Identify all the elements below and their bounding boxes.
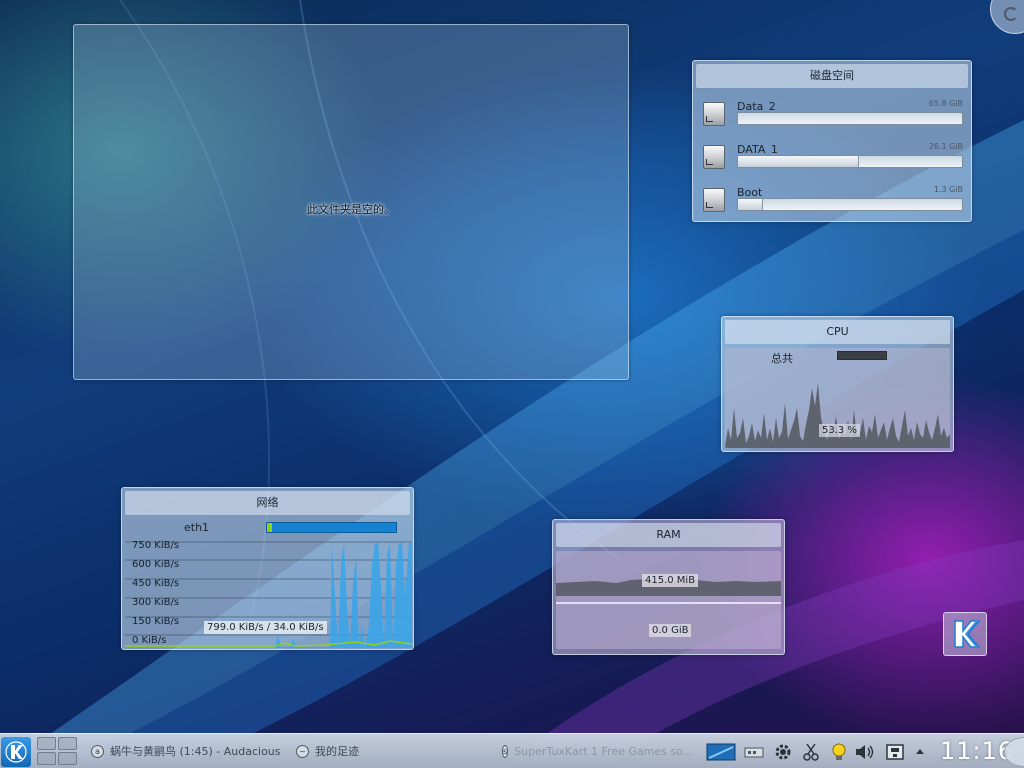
hard-drive-icon <box>703 102 725 126</box>
application-launcher-button[interactable] <box>1 737 31 767</box>
network-monitor-widget[interactable]: 网络 eth1 750 KiB/s 600 KiB/s 450 KiB/s 30… <box>121 487 414 650</box>
task-label: 我的足迹 <box>315 745 359 758</box>
ram-usage-value: 415.0 MiB <box>642 574 699 587</box>
hard-drive-icon <box>703 188 725 212</box>
cpu-title: CPU <box>725 320 950 344</box>
task-label: 蜗牛与黄鹂鸟 (1:45) - Audacious <box>110 745 281 758</box>
network-manager-icon[interactable] <box>743 741 765 763</box>
disk-space-title: 磁盘空间 <box>696 64 968 88</box>
ram-title: RAM <box>556 523 781 547</box>
kde-logo-icon <box>5 741 27 763</box>
hard-drive-icon <box>703 145 725 169</box>
disk-size: 65.8 GiB <box>928 99 963 108</box>
dolphin-icon: ~ <box>296 744 309 758</box>
ram-graph: 415.0 MiB 0.0 GiB <box>556 551 781 649</box>
disk-row[interactable]: DATA_1 26.1 GiB <box>703 139 963 175</box>
volume-icon[interactable] <box>854 741 876 763</box>
clipboard-klipper-icon[interactable] <box>800 741 822 763</box>
pager-desktop-2[interactable] <box>58 737 77 750</box>
network-upload-indicator <box>267 523 272 532</box>
speaker-icon <box>856 745 874 759</box>
disk-usage-bar <box>737 155 963 168</box>
kde-logo-icon <box>954 620 981 648</box>
desktop-toolbox-cashew[interactable] <box>990 0 1024 34</box>
task-dolphin[interactable]: ~ 我的足迹 <box>296 741 359 761</box>
disk-usage-fill <box>738 199 763 210</box>
network-axis-label: 600 KiB/s <box>132 559 179 570</box>
network-interface-label: eth1 <box>184 521 210 534</box>
scissors-icon <box>803 743 819 761</box>
network-axis-label: 150 KiB/s <box>132 616 179 627</box>
task-audacious[interactable]: a 蜗牛与黄鹂鸟 (1:45) - Audacious <box>91 741 281 761</box>
network-axis-label: 0 KiB/s <box>132 635 166 646</box>
pager-desktop-3[interactable] <box>37 752 56 765</box>
network-title: 网络 <box>125 491 410 515</box>
network-card-icon <box>744 747 764 758</box>
ram-monitor-widget[interactable]: RAM 415.0 MiB 0.0 GiB <box>552 519 785 655</box>
disk-size: 26.1 GiB <box>928 142 963 151</box>
removable-device-icon <box>886 744 904 760</box>
disk-row[interactable]: Boot 1.3 GiB <box>703 182 963 218</box>
audacious-icon: a <box>91 744 104 758</box>
swap-usage-value: 0.0 GiB <box>649 624 692 637</box>
pager-desktop-1[interactable] <box>37 737 56 750</box>
arrow-up-icon <box>916 749 924 754</box>
screen-thumbnail-icon[interactable] <box>706 741 736 763</box>
network-axis-label: 300 KiB/s <box>132 597 179 608</box>
network-axis-label: 450 KiB/s <box>132 578 179 589</box>
disk-usage-fill <box>738 156 859 167</box>
disk-space-widget[interactable]: 磁盘空间 Data_2 65.8 GiB DATA_1 26.1 GiB Boo… <box>692 60 972 222</box>
pager-desktop-4[interactable] <box>58 752 77 765</box>
disk-usage-bar <box>737 112 963 125</box>
cpu-graph: 总共 53.3 % <box>725 348 950 448</box>
network-interface-bar <box>266 522 397 533</box>
desktop-pager[interactable] <box>37 737 79 767</box>
kde-logo-desktop-icon[interactable] <box>943 612 987 656</box>
disk-size: 1.3 GiB <box>933 185 963 194</box>
system-settings-icon[interactable] <box>772 741 794 763</box>
task-supertuxkart[interactable]: s SuperTuxKart 1 Free Games so... <box>502 741 692 761</box>
gear-icon <box>775 744 791 760</box>
network-axis-label: 750 KiB/s <box>132 540 179 551</box>
display-icon <box>706 743 736 761</box>
cpu-monitor-widget[interactable]: CPU 总共 53.3 % <box>721 316 954 452</box>
folder-view-widget[interactable]: 此文件夹是空的。 <box>73 24 629 380</box>
taskbar-panel: a 蜗牛与黄鹂鸟 (1:45) - Audacious ~ 我的足迹 s Sup… <box>0 733 1024 768</box>
network-rate-value: 799.0 KiB/s / 34.0 KiB/s <box>204 621 327 634</box>
device-notifier-icon[interactable] <box>884 741 906 763</box>
disk-usage-bar <box>737 198 963 211</box>
system-tray-expand-arrow[interactable] <box>912 741 928 763</box>
swap-divider <box>556 602 781 604</box>
lightbulb-icon <box>832 743 846 760</box>
disk-row[interactable]: Data_2 65.8 GiB <box>703 96 963 132</box>
supertuxkart-icon: s <box>502 744 509 758</box>
notifications-icon[interactable] <box>828 741 850 763</box>
cpu-usage-value: 53.3 % <box>819 424 860 437</box>
folder-empty-message: 此文件夹是空的。 <box>307 203 395 216</box>
task-label: SuperTuxKart 1 Free Games so... <box>514 744 692 758</box>
